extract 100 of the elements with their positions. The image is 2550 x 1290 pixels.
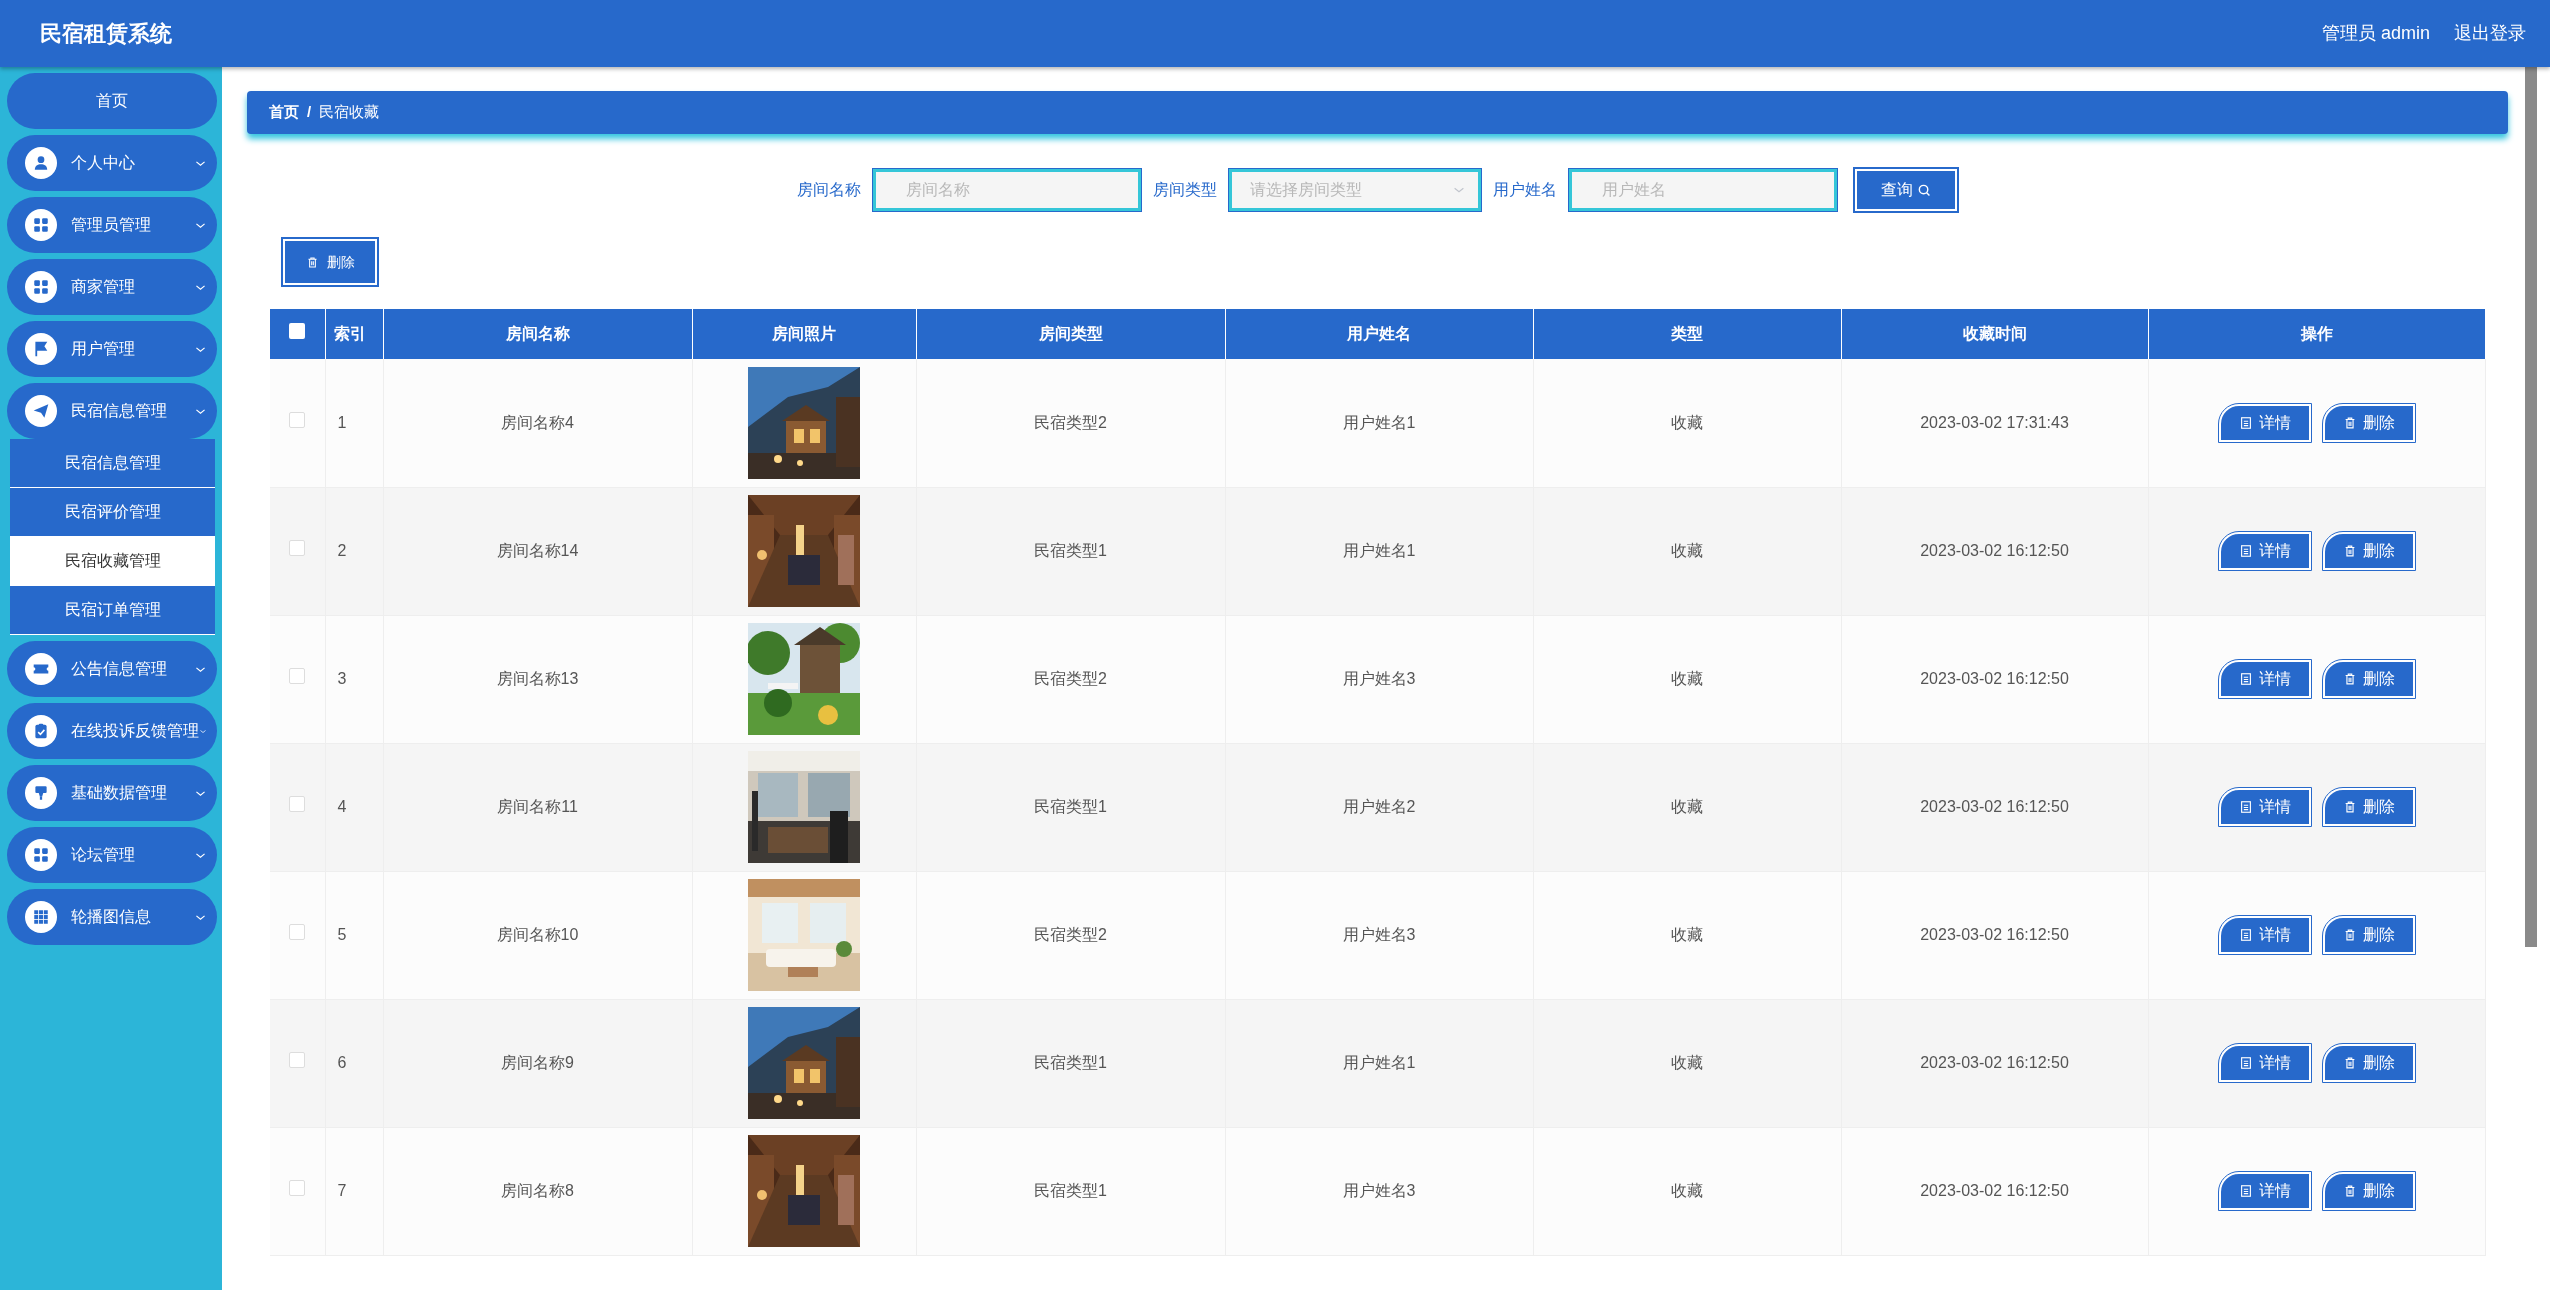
delete-button[interactable]: 删除 <box>2322 916 2415 954</box>
delete-button[interactable]: 删除 <box>2322 788 2415 826</box>
sidebar-item[interactable]: 管理员管理 <box>7 197 217 253</box>
scrollbar[interactable] <box>2524 67 2537 947</box>
table-cell: 用户姓名1 <box>1342 542 1416 559</box>
table-cell: 2023-03-02 16:12:50 <box>1920 542 2069 559</box>
sidebar-item[interactable]: 首页 <box>7 73 217 129</box>
search-button[interactable]: 查询 <box>1855 169 1958 211</box>
table-cell: 2023-03-02 17:31:43 <box>1920 413 2069 431</box>
field-label: 房间类型 <box>1153 180 1218 200</box>
table-cell: 3 <box>337 670 347 687</box>
table-cell: 2023-03-02 16:12:50 <box>1920 1054 2069 1071</box>
document-icon <box>2238 1056 2253 1070</box>
table-cell: 收藏 <box>1671 926 1703 943</box>
column-header: 房间照片 <box>772 325 836 342</box>
row-checkbox[interactable] <box>289 924 306 940</box>
column-header: 房间名称 <box>505 325 570 342</box>
row-checkbox[interactable] <box>289 411 306 428</box>
grid-icon <box>32 216 50 234</box>
sidebar-item[interactable]: 用户管理 <box>7 321 217 377</box>
table-cell: 房间名称9 <box>501 1054 574 1071</box>
column-header: 索引 <box>333 325 366 342</box>
row-checkbox[interactable] <box>289 796 306 812</box>
search-field[interactable]: 用户姓名 <box>1569 169 1838 211</box>
submenu-item[interactable]: 民宿收藏管理 <box>10 537 215 586</box>
sidebar-item[interactable]: 在线投诉反馈管理 <box>7 703 217 759</box>
details-button[interactable]: 详情 <box>2218 1044 2311 1082</box>
search-field[interactable]: 房间名称 <box>873 169 1142 211</box>
table-cell: 房间名称11 <box>497 798 578 815</box>
sidebar-item[interactable]: 个人中心 <box>7 135 217 191</box>
document-icon <box>2238 544 2253 558</box>
brush-icon <box>32 784 50 802</box>
field-label: 用户姓名 <box>1493 180 1558 200</box>
clipboard-icon <box>32 722 50 740</box>
grid-icon <box>32 908 50 926</box>
submenu-item[interactable]: 民宿订单管理 <box>10 586 215 635</box>
details-button[interactable]: 详情 <box>2218 916 2311 954</box>
table-cell: 4 <box>337 798 347 815</box>
table-cell: 民宿类型1 <box>1034 1054 1107 1071</box>
column-header: 用户姓名 <box>1347 325 1411 342</box>
delete-button[interactable]: 删除 <box>2322 1044 2415 1082</box>
table-cell: 房间名称10 <box>496 926 579 943</box>
table-cell: 民宿类型2 <box>1034 413 1107 431</box>
table-cell: 收藏 <box>1671 670 1703 687</box>
table-cell: 民宿类型1 <box>1034 1182 1107 1199</box>
sidebar-item[interactable]: 轮播图信息 <box>7 889 217 945</box>
table-cell: 5 <box>337 926 347 943</box>
row-checkbox[interactable] <box>289 1180 306 1196</box>
person-icon <box>32 154 50 172</box>
details-button[interactable]: 详情 <box>2218 403 2311 442</box>
delete-button[interactable]: 删除 <box>2322 532 2415 570</box>
table-cell: 用户姓名3 <box>1342 1182 1416 1199</box>
trash-icon <box>305 255 319 269</box>
table-cell: 民宿类型1 <box>1034 542 1107 559</box>
sidebar-item[interactable]: 公告信息管理 <box>7 641 217 697</box>
table-cell: 民宿类型1 <box>1034 798 1107 815</box>
table-cell: 房间名称14 <box>496 542 579 559</box>
table-cell: 收藏 <box>1671 413 1703 431</box>
table-cell: 收藏 <box>1671 1182 1703 1199</box>
delete-button[interactable]: 删除 <box>2322 403 2415 442</box>
table-cell: 6 <box>337 1054 347 1071</box>
details-button[interactable]: 详情 <box>2218 660 2311 698</box>
table-cell: 2 <box>337 542 347 559</box>
document-icon <box>2238 672 2253 686</box>
sidebar-item[interactable]: 论坛管理 <box>7 827 217 883</box>
table-cell: 用户姓名3 <box>1342 926 1416 943</box>
details-button[interactable]: 详情 <box>2218 1172 2311 1210</box>
details-button[interactable]: 详情 <box>2218 788 2311 826</box>
table-cell: 房间名称8 <box>501 1182 574 1199</box>
field-label: 房间名称 <box>797 180 862 200</box>
submenu-item[interactable]: 民宿信息管理 <box>10 439 215 488</box>
submenu-item[interactable]: 民宿评价管理 <box>10 488 215 537</box>
column-header: 类型 <box>1671 325 1703 342</box>
table-cell: 2023-03-02 16:12:50 <box>1920 670 2069 687</box>
row-checkbox[interactable] <box>289 668 306 684</box>
select-all-checkbox[interactable] <box>289 323 306 339</box>
sidebar-item[interactable]: 商家管理 <box>7 259 217 315</box>
table-cell: 2023-03-02 16:12:50 <box>1920 1182 2069 1199</box>
delete-button[interactable]: 删除 <box>283 239 377 285</box>
delete-button[interactable]: 删除 <box>2322 1172 2415 1210</box>
logout-link[interactable]: 退出登录 <box>2454 20 2526 47</box>
row-checkbox[interactable] <box>289 540 306 556</box>
column-header: 收藏时间 <box>1962 325 2027 342</box>
table-cell: 房间名称13 <box>496 670 579 687</box>
document-icon <box>2238 415 2253 430</box>
table-cell: 用户姓名1 <box>1342 1054 1416 1071</box>
sidebar-item[interactable]: 民宿信息管理 <box>7 383 217 439</box>
row-checkbox[interactable] <box>289 1052 306 1068</box>
breadcrumb-item[interactable]: 首页 <box>269 101 299 124</box>
app-title: 民宿租赁系统 <box>40 20 172 48</box>
grid-icon <box>32 846 50 864</box>
table-cell: 2023-03-02 16:12:50 <box>1920 798 2069 815</box>
table-cell: 收藏 <box>1671 1054 1703 1071</box>
table-cell: 民宿类型2 <box>1034 670 1107 687</box>
details-button[interactable]: 详情 <box>2218 532 2311 570</box>
sidebar-item[interactable]: 基础数据管理 <box>7 765 217 821</box>
delete-button[interactable]: 删除 <box>2322 660 2415 698</box>
document-icon <box>2238 1184 2253 1198</box>
flag-icon <box>32 340 50 358</box>
table-cell: 2023-03-02 16:12:50 <box>1920 926 2069 943</box>
